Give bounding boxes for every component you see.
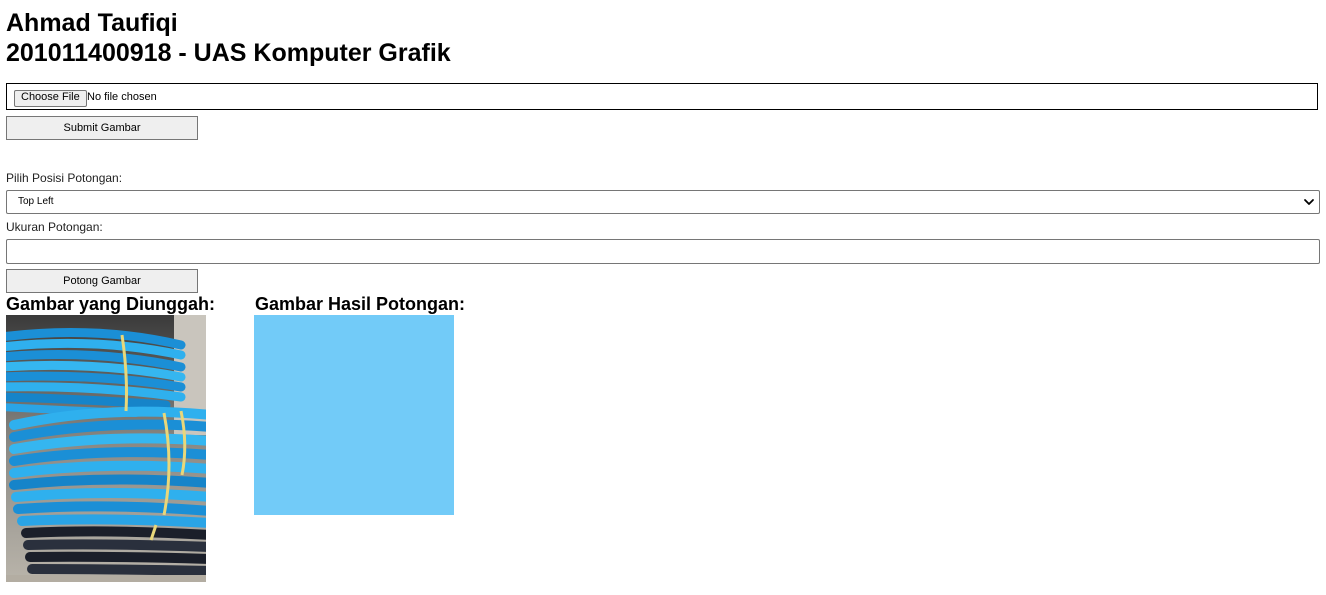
crop-position-value: Top Left (18, 196, 54, 207)
choose-file-button[interactable]: Choose File (14, 90, 87, 107)
author-name: Ahmad Taufiqi (6, 9, 178, 37)
page: Ahmad Taufiqi 201011400918 - UAS Kompute… (0, 0, 1326, 595)
hose-coil-photo (6, 315, 206, 582)
file-status-text: No file chosen (87, 91, 157, 103)
cropped-image-heading: Gambar Hasil Potongan: (255, 294, 466, 314)
crop-position-select[interactable]: Top Left (6, 190, 1320, 214)
chevron-down-icon (1304, 199, 1314, 205)
file-input-box: Choose File No file chosen (6, 83, 1318, 110)
crop-image-button[interactable]: Potong Gambar (6, 269, 198, 293)
uploaded-image (6, 315, 206, 582)
page-title: Ahmad Taufiqi 201011400918 - UAS Kompute… (6, 8, 451, 68)
uploaded-image-heading: Gambar yang Diunggah: (6, 294, 216, 314)
cropped-image (254, 315, 454, 515)
crop-position-label: Pilih Posisi Potongan: (6, 171, 123, 185)
submit-image-button[interactable]: Submit Gambar (6, 116, 198, 140)
crop-size-label: Ukuran Potongan: (6, 220, 103, 234)
crop-size-input[interactable] (6, 239, 1320, 264)
course-title: 201011400918 - UAS Komputer Grafik (6, 39, 451, 67)
